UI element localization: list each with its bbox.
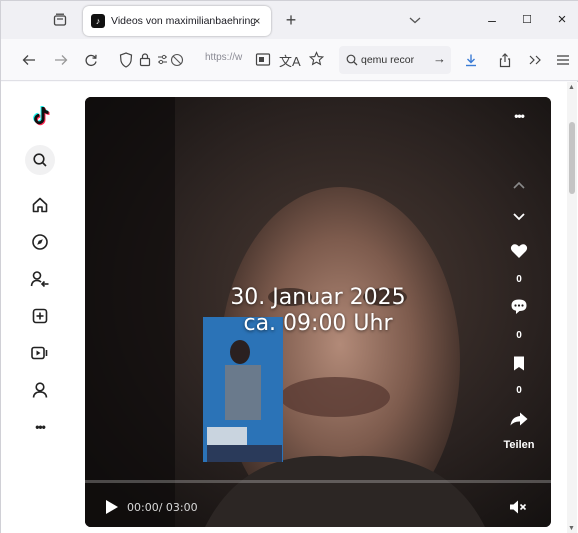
scroll-down-arrow-icon[interactable]: ▼	[568, 525, 575, 532]
home-icon[interactable]	[25, 191, 55, 219]
url-text[interactable]: https://w	[205, 52, 245, 63]
live-icon[interactable]	[25, 339, 55, 367]
tab-strip: ♪ Videos von maximilianbaehring × + – ☐ …	[1, 1, 578, 39]
next-video-chevron-icon[interactable]	[495, 209, 543, 227]
upload-icon[interactable]	[25, 302, 55, 330]
tab-list-icon[interactable]	[51, 12, 69, 28]
tiktok-favicon-icon: ♪	[91, 14, 105, 28]
overlay-date-text: 30. Januar 2025	[230, 285, 406, 310]
video-player[interactable]: 30. Januar 2025 ca. 09:00 Uhr ••• 0 0 0 …	[85, 97, 551, 527]
minimize-button[interactable]: –	[483, 11, 501, 29]
like-heart-icon[interactable]	[495, 243, 543, 264]
playback-time: 00:00/ 03:00	[127, 501, 198, 514]
left-sidebar: •••	[1, 82, 79, 533]
share-arrow-icon[interactable]	[495, 411, 543, 432]
forward-arrow-icon[interactable]	[51, 50, 71, 70]
scroll-up-arrow-icon[interactable]: ▲	[568, 84, 575, 91]
profile-icon[interactable]	[25, 376, 55, 404]
overlay-time-text: ca. 09:00 Uhr	[243, 311, 393, 336]
like-count: 0	[516, 274, 522, 285]
video-controls: 00:00/ 03:00	[85, 489, 551, 525]
search-field[interactable]: qemu recor →	[339, 46, 451, 74]
downloads-icon[interactable]	[461, 50, 481, 70]
search-text[interactable]: qemu recor	[361, 54, 431, 66]
page-scrollbar[interactable]: ▲ ▼	[567, 82, 577, 533]
mute-icon[interactable]	[509, 499, 527, 520]
action-rail: ••• 0 0 0 Teilen	[495, 97, 543, 527]
tracking-shield-icon[interactable]	[119, 52, 133, 73]
play-icon[interactable]	[105, 499, 119, 520]
maximize-button[interactable]: ☐	[518, 11, 536, 29]
comment-icon[interactable]	[495, 298, 543, 320]
more-icon[interactable]: •••	[25, 413, 55, 441]
tiktok-logo-icon[interactable]	[25, 102, 55, 130]
comment-count: 0	[516, 330, 522, 341]
search-go-arrow[interactable]: →	[433, 51, 446, 66]
url-bar[interactable]: https://w 文A	[113, 46, 333, 74]
toolbar-overflow-icon[interactable]	[525, 50, 545, 70]
bookmark-icon[interactable]	[495, 355, 543, 377]
permissions-icon[interactable]	[157, 53, 185, 72]
active-tab[interactable]: ♪ Videos von maximilianbaehring ×	[83, 6, 271, 36]
bookmark-count: 0	[516, 385, 522, 396]
tab-overflow-chevron-icon[interactable]	[409, 12, 421, 30]
scrollbar-thumb[interactable]	[569, 122, 575, 194]
search-icon	[346, 53, 358, 71]
reload-icon[interactable]	[81, 50, 101, 70]
previous-video-chevron-icon[interactable]	[495, 177, 543, 195]
tab-close-icon[interactable]: ×	[249, 13, 265, 29]
video-more-options-icon[interactable]: •••	[495, 109, 543, 123]
back-arrow-icon[interactable]	[19, 50, 39, 70]
bookmark-star-icon[interactable]	[308, 51, 325, 71]
share-label[interactable]: Teilen	[495, 439, 543, 451]
navigation-toolbar: https://w 文A qemu recor →	[1, 39, 578, 81]
share-page-icon[interactable]	[495, 50, 515, 70]
following-icon[interactable]	[25, 265, 55, 293]
hamburger-menu-icon[interactable]	[553, 50, 573, 70]
translate-icon[interactable]: 文A	[279, 51, 301, 70]
new-tab-icon[interactable]: +	[281, 10, 301, 30]
browser-window: ♪ Videos von maximilianbaehring × + – ☐ …	[0, 0, 578, 533]
tiktok-page: ••• 30. Januar 2025 ca. 09:00 Uhr ••• 0 …	[1, 82, 578, 533]
close-window-button[interactable]: ×	[553, 11, 571, 29]
search-icon[interactable]	[25, 145, 55, 175]
lock-icon[interactable]	[139, 52, 151, 72]
reader-view-icon[interactable]	[255, 52, 271, 72]
progress-bar[interactable]	[85, 480, 551, 483]
tab-title: Videos von maximilianbaehring	[111, 15, 255, 27]
explore-compass-icon[interactable]	[25, 228, 55, 256]
